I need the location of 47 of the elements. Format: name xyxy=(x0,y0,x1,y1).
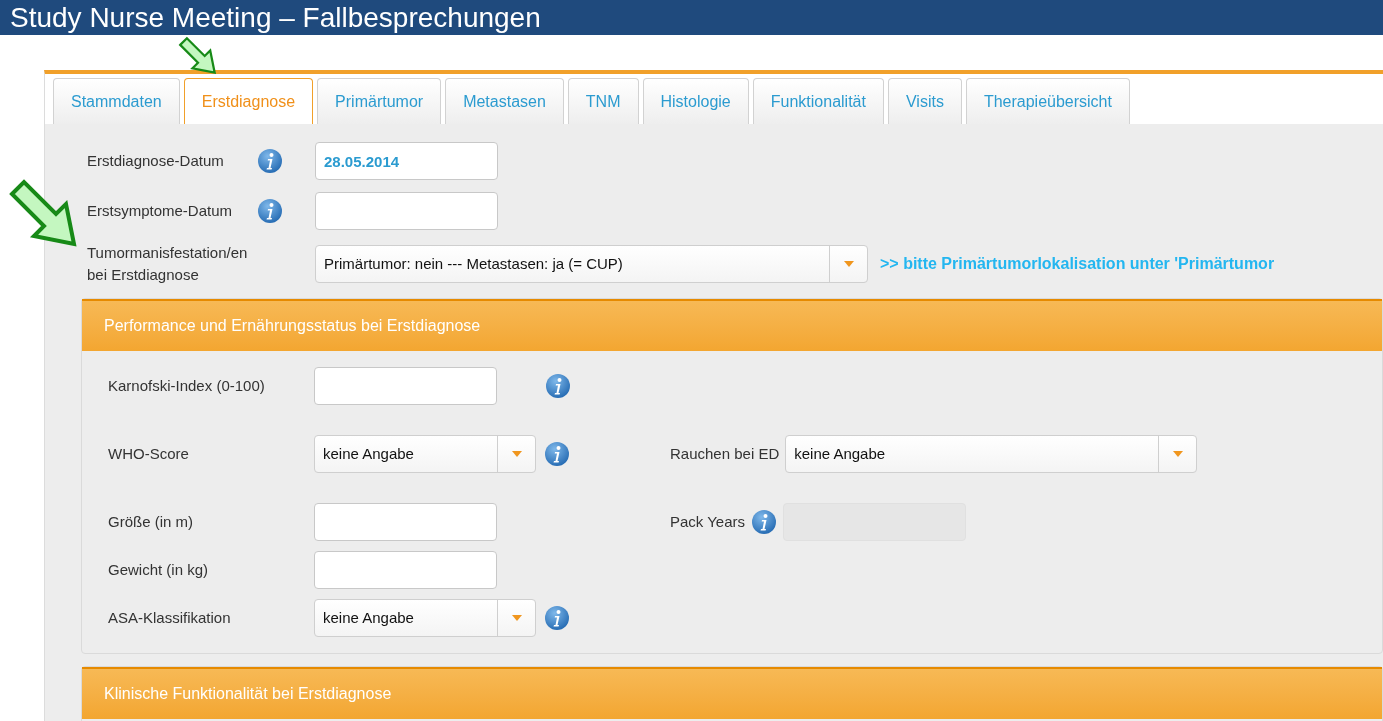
caret-icon xyxy=(511,451,522,457)
dropdown-value: Primärtumor: nein --- Metastasen: ja (= CUP) xyxy=(323,253,624,274)
dropdown[interactable]: keine Angabe xyxy=(314,599,536,637)
section-header: Klinische Funktionalität bei Erstdiagnose xyxy=(82,667,1382,719)
info-icon[interactable] xyxy=(544,605,570,631)
slide-title: Study Nurse Meeting – Fallbesprechungen xyxy=(10,1,541,35)
info-icon[interactable] xyxy=(257,198,283,224)
tab[interactable]: Primärtumor xyxy=(317,78,442,124)
input-field[interactable] xyxy=(314,551,497,589)
tab[interactable]: Funktionalität xyxy=(752,78,884,124)
tab[interactable]: Visits xyxy=(887,78,962,124)
tab[interactable]: TNM xyxy=(567,78,639,124)
info-icon[interactable] xyxy=(545,373,571,399)
caret-icon xyxy=(511,615,522,621)
dropdown-value: keine Angabe xyxy=(322,443,415,464)
field-label: Karnofski-Index (0-100) xyxy=(108,375,266,396)
info-icon[interactable] xyxy=(544,441,570,467)
field-label: Größe (in m) xyxy=(108,511,194,532)
arrow-icon xyxy=(178,36,218,76)
tab[interactable]: Histologie xyxy=(642,78,749,124)
field-label: Tumormanisfestation/en bei Erstdiagnose xyxy=(87,243,249,285)
arrow-icon xyxy=(8,178,80,250)
field-label: Pack Years xyxy=(670,511,746,532)
caret-icon xyxy=(843,261,854,267)
field-label: Gewicht (in kg) xyxy=(108,559,210,580)
input-field[interactable] xyxy=(315,192,498,230)
field-label: WHO-Score xyxy=(108,443,190,464)
field-label: Erstsymptome-Datum xyxy=(87,201,234,221)
tab[interactable]: Therapieübersicht xyxy=(965,78,1130,124)
dropdown[interactable]: keine Angabe xyxy=(785,435,1198,473)
tab[interactable]: Metastasen xyxy=(445,78,564,124)
dropdown-value: keine Angabe xyxy=(793,443,887,464)
dropdown[interactable]: keine Angabe xyxy=(314,435,536,473)
field-label: Erstdiagnose-Datum xyxy=(87,151,225,171)
input-field[interactable] xyxy=(314,367,497,405)
tab[interactable]: Erstdiagnose xyxy=(183,78,314,124)
field-label: ASA-Klassifikation xyxy=(108,607,232,628)
dropdown-value: keine Angabe xyxy=(322,607,415,628)
dropdown[interactable]: Primärtumor: nein --- Metastasen: ja (= CUP) xyxy=(315,245,868,283)
tab[interactable]: Stammdaten xyxy=(53,78,180,124)
hint-link[interactable]: >> bitte Primärtumorlokalisation unter 'Primärtumor xyxy=(880,252,1275,276)
section-header: Performance und Ernährungsstatus bei Erstdiagnose xyxy=(82,299,1382,351)
caret-icon xyxy=(1172,451,1183,457)
input-field[interactable] xyxy=(314,503,497,541)
info-icon[interactable] xyxy=(257,148,283,174)
field-label: Rauchen bei ED xyxy=(670,443,780,464)
input-field[interactable]: 28.05.2014 xyxy=(315,142,498,180)
